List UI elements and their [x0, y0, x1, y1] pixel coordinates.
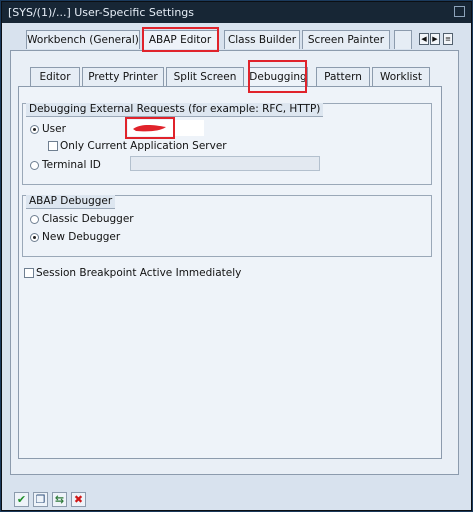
abap-debugger-title: ABAP Debugger [26, 195, 116, 209]
tab-workbench-general[interactable]: Workbench (General) [26, 30, 140, 49]
tab-screen-painter[interactable]: Screen Painter [302, 30, 390, 49]
user-radio[interactable] [30, 125, 39, 134]
transfer-icon[interactable]: ⇆ [52, 492, 67, 507]
session-breakpoint-label: Session Breakpoint Active Immediately [36, 267, 242, 279]
user-label: User [42, 123, 66, 135]
highlight-user-field [125, 117, 175, 139]
new-debugger-label: New Debugger [42, 231, 121, 243]
tab-scroll-right-icon[interactable]: ▶ [430, 33, 440, 45]
tab-worklist[interactable]: Worklist [372, 67, 430, 86]
tab-scroll-left-icon[interactable]: ◀ [419, 33, 429, 45]
only-current-server-label: Only Current Application Server [60, 140, 227, 152]
terminal-id-label: Terminal ID [42, 159, 101, 171]
external-requests-title: Debugging External Requests (for example… [26, 103, 324, 117]
tab-pattern[interactable]: Pattern [316, 67, 370, 86]
only-current-server-checkbox[interactable] [48, 141, 58, 151]
close-window-icon[interactable] [454, 6, 465, 17]
tab-class-builder[interactable]: Class Builder [224, 30, 300, 49]
classic-debugger-radio[interactable] [30, 215, 39, 224]
tab-pretty-printer[interactable]: Pretty Printer [82, 67, 164, 86]
copy-icon[interactable]: ❐ [33, 492, 48, 507]
cancel-icon[interactable]: ✖ [71, 492, 86, 507]
confirm-icon[interactable]: ✔ [14, 492, 29, 507]
highlight-debugging [248, 60, 307, 93]
session-breakpoint-checkbox[interactable] [24, 268, 34, 278]
tab-overflow[interactable] [394, 30, 412, 49]
tab-list-icon[interactable]: ≡ [443, 33, 453, 45]
terminal-id-input[interactable] [130, 156, 320, 171]
highlight-abap-editor [142, 27, 219, 52]
settings-window: [SYS/(1)/...] User-Specific Settings Wor… [1, 1, 472, 511]
tab-split-screen[interactable]: Split Screen [166, 67, 244, 86]
window-title: [SYS/(1)/...] User-Specific Settings [8, 6, 195, 19]
tab-editor[interactable]: Editor [30, 67, 80, 86]
title-bar: [SYS/(1)/...] User-Specific Settings [2, 2, 471, 23]
abap-debugger-group: ABAP Debugger [22, 195, 432, 257]
new-debugger-radio[interactable] [30, 233, 39, 242]
terminal-id-radio[interactable] [30, 161, 39, 170]
classic-debugger-label: Classic Debugger [42, 213, 134, 225]
